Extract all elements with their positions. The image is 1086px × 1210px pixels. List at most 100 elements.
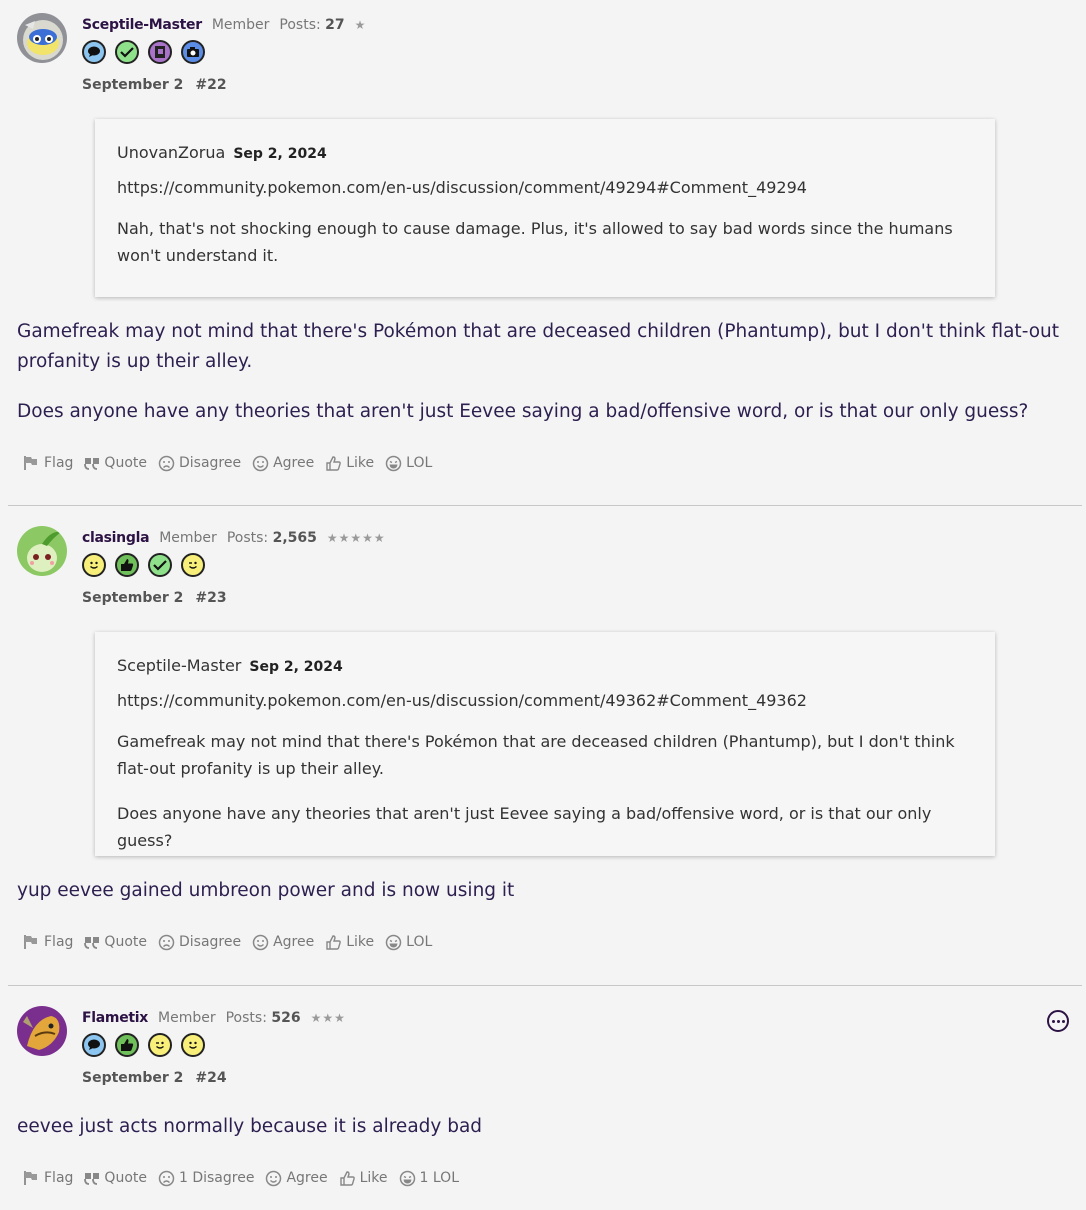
disagree-button[interactable]: Disagree bbox=[158, 454, 241, 472]
post-count-value: 526 bbox=[271, 1010, 301, 1026]
camera-badge[interactable] bbox=[181, 40, 205, 64]
post-actions: Flag Quote Disagree Agree Like LOL bbox=[22, 454, 432, 472]
lol-button[interactable]: 1 LOL bbox=[399, 1169, 459, 1187]
post-count-label: Posts: bbox=[225, 1010, 267, 1026]
flag-button[interactable]: Flag bbox=[22, 933, 73, 951]
rank-stars: ★★★ bbox=[310, 1011, 346, 1025]
quote-header: Sceptile-Master Sep 2, 2024 bbox=[117, 656, 973, 675]
author-role: Member bbox=[159, 530, 217, 546]
checkmark-badge[interactable] bbox=[115, 40, 139, 64]
like-button[interactable]: Like bbox=[325, 454, 374, 472]
like-button[interactable]: Like bbox=[325, 933, 374, 951]
speech-bubble-badge[interactable] bbox=[82, 1033, 106, 1057]
like-label: Like bbox=[346, 934, 375, 950]
avatar-image bbox=[17, 1006, 67, 1056]
smiley-badge[interactable] bbox=[181, 1033, 205, 1057]
post-body: Gamefreak may not mind that there's Poké… bbox=[17, 317, 1077, 447]
disagree-label: Disagree bbox=[178, 455, 242, 471]
quote-author[interactable]: Sceptile-Master bbox=[117, 656, 241, 675]
post-number[interactable]: #24 bbox=[195, 1070, 226, 1086]
more-options-button[interactable] bbox=[1047, 1010, 1069, 1032]
author-role: Member bbox=[211, 17, 270, 33]
agree-button[interactable]: Agree bbox=[252, 454, 314, 472]
flag-button[interactable]: Flag bbox=[22, 1169, 73, 1187]
agree-button[interactable]: Agree bbox=[252, 933, 314, 951]
quote-block: UnovanZorua Sep 2, 2024 https://community… bbox=[95, 119, 995, 297]
lol-button[interactable]: LOL bbox=[385, 454, 432, 472]
quote-button[interactable]: Quote bbox=[84, 1169, 147, 1187]
author-name[interactable]: Sceptile-Master bbox=[82, 17, 202, 33]
post-count-label: Posts: bbox=[279, 17, 321, 33]
rank-stars: ★ bbox=[354, 18, 367, 32]
checkmark-badge[interactable] bbox=[148, 553, 172, 577]
avatar[interactable] bbox=[17, 1006, 67, 1056]
laugh-icon bbox=[385, 455, 402, 471]
author-line: clasingla Member Posts: 2,565 ★★★★★ bbox=[82, 530, 386, 546]
disagree-button[interactable]: 1 Disagree bbox=[158, 1169, 254, 1187]
post-body: eevee just acts normally because it is a… bbox=[17, 1112, 1077, 1162]
badge-row bbox=[82, 40, 205, 64]
quote-button[interactable]: Quote bbox=[84, 933, 147, 951]
post-actions: Flag Quote 1 Disagree Agree Like 1 LOL bbox=[22, 1169, 459, 1187]
quote-label: Quote bbox=[104, 1170, 147, 1186]
post-number[interactable]: #22 bbox=[195, 77, 226, 93]
thumbs-up-icon bbox=[326, 934, 342, 950]
thumbs-up-icon bbox=[326, 455, 342, 471]
flag-button[interactable]: Flag bbox=[22, 454, 73, 472]
author-role: Member bbox=[158, 1010, 216, 1026]
lol-label: LOL bbox=[406, 455, 433, 471]
ellipsis-dot bbox=[1061, 1019, 1065, 1023]
post-date[interactable]: September 2 bbox=[82, 1070, 183, 1086]
post-date[interactable]: September 2 bbox=[82, 77, 183, 93]
quote-text: Does anyone have any theories that aren'… bbox=[117, 804, 932, 850]
post-body: yup eevee gained umbreon power and is no… bbox=[17, 876, 1077, 926]
disagree-label: 1 Disagree bbox=[178, 1170, 255, 1186]
agree-button[interactable]: Agree bbox=[265, 1169, 328, 1187]
agree-label: Agree bbox=[273, 934, 315, 950]
quote-button[interactable]: Quote bbox=[84, 454, 147, 472]
flag-icon bbox=[24, 935, 37, 949]
like-label: Like bbox=[359, 1170, 388, 1186]
like-button[interactable]: Like bbox=[339, 1169, 388, 1187]
post-date[interactable]: September 2 bbox=[82, 590, 183, 606]
post-meta: September 2 #22 bbox=[82, 77, 227, 93]
wink-badge[interactable] bbox=[181, 553, 205, 577]
post-paragraph: yup eevee gained umbreon power and is no… bbox=[17, 880, 515, 901]
agree-label: Agree bbox=[286, 1170, 328, 1186]
author-line: Flametix Member Posts: 526 ★★★ bbox=[82, 1010, 346, 1026]
post-number[interactable]: #23 bbox=[195, 590, 226, 606]
author-name[interactable]: clasingla bbox=[82, 530, 150, 546]
laugh-icon bbox=[385, 934, 402, 950]
post-count-value: 2,565 bbox=[272, 530, 317, 546]
thumbs-up-icon bbox=[339, 1170, 355, 1186]
avatar[interactable] bbox=[17, 526, 67, 576]
lol-button[interactable]: LOL bbox=[385, 933, 432, 951]
badge-row bbox=[82, 553, 205, 577]
notebook-badge[interactable] bbox=[148, 40, 172, 64]
thumbs-up-badge[interactable] bbox=[115, 553, 139, 577]
quote-label: Quote bbox=[104, 934, 147, 950]
smile-icon bbox=[266, 1170, 282, 1186]
quote-link[interactable]: https://community.pokemon.com/en-us/disc… bbox=[117, 178, 973, 197]
post-divider bbox=[8, 985, 1082, 986]
quote-date: Sep 2, 2024 bbox=[233, 146, 327, 162]
speech-bubble-badge[interactable] bbox=[82, 40, 106, 64]
wink-badge[interactable] bbox=[148, 1033, 172, 1057]
post-meta: September 2 #24 bbox=[82, 1070, 227, 1086]
post-count-value: 27 bbox=[325, 17, 345, 33]
disagree-button[interactable]: Disagree bbox=[158, 933, 241, 951]
post-count-label: Posts: bbox=[226, 530, 269, 546]
smiley-badge[interactable] bbox=[82, 553, 106, 577]
laugh-icon bbox=[399, 1170, 415, 1186]
smile-icon bbox=[252, 934, 269, 950]
thumbs-up-badge[interactable] bbox=[115, 1033, 139, 1057]
quote-link[interactable]: https://community.pokemon.com/en-us/disc… bbox=[117, 691, 973, 710]
post-count: Posts: 27 bbox=[279, 17, 344, 33]
like-label: Like bbox=[346, 455, 375, 471]
avatar[interactable] bbox=[17, 13, 67, 63]
flag-label: Flag bbox=[44, 1170, 74, 1186]
quote-header: UnovanZorua Sep 2, 2024 bbox=[117, 143, 973, 162]
quote-icon bbox=[84, 937, 100, 949]
author-name[interactable]: Flametix bbox=[82, 1010, 148, 1026]
quote-author[interactable]: UnovanZorua bbox=[117, 143, 225, 162]
